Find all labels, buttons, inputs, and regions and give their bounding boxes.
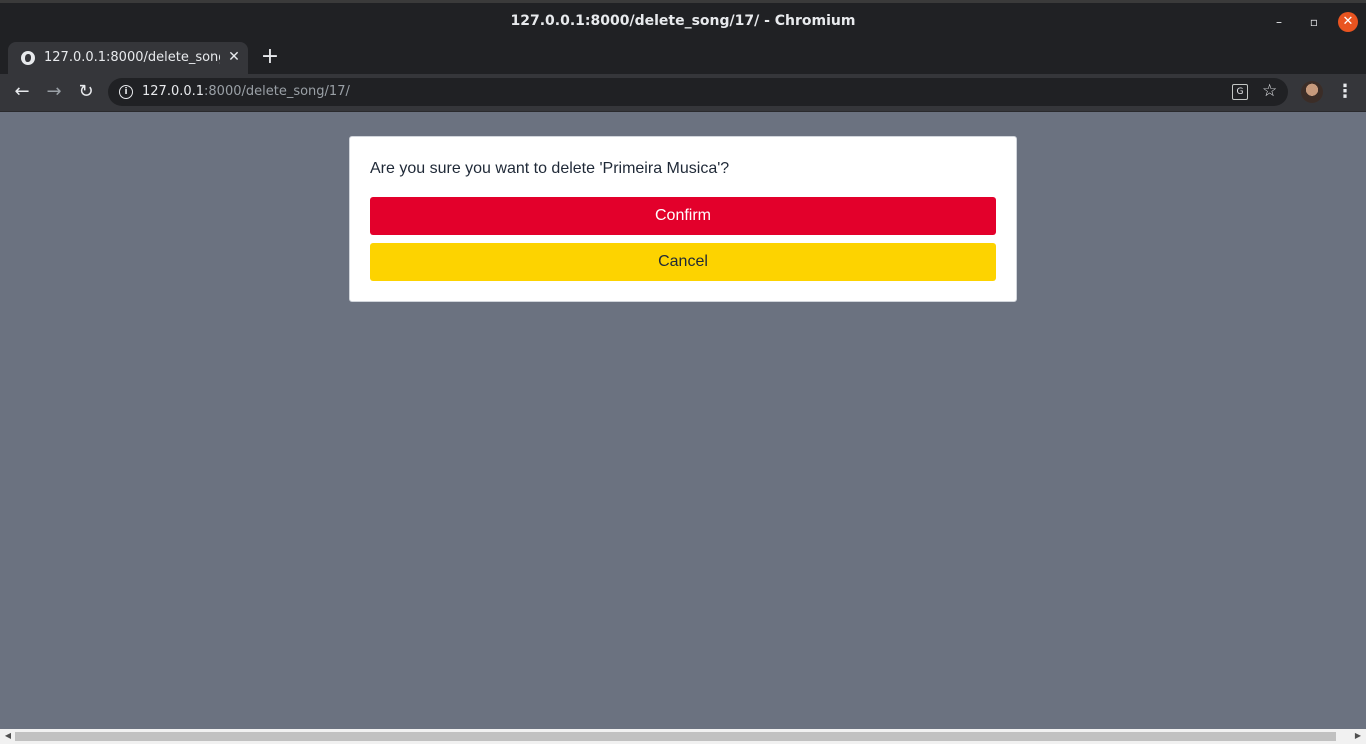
confirmation-message: Are you sure you want to delete 'Primeir…: [370, 160, 730, 177]
profile-avatar[interactable]: [1301, 81, 1323, 103]
url-text[interactable]: 127.0.0.1:8000/delete_song/17/: [142, 84, 350, 99]
page-content: Are you sure you want to delete 'Primeir…: [0, 112, 1366, 729]
translate-icon[interactable]: G: [1232, 84, 1248, 100]
url-host: 127.0.0.1: [142, 84, 205, 99]
bookmark-star-icon[interactable]: ☆: [1262, 81, 1277, 101]
delete-confirmation-dialog: Are you sure you want to delete 'Primeir…: [349, 136, 1017, 302]
browser-menu-icon[interactable]: ⋮: [1336, 81, 1354, 103]
window-title: 127.0.0.1:8000/delete_song/17/ - Chromiu…: [510, 13, 856, 29]
maximize-icon[interactable]: ▫: [1305, 13, 1323, 31]
minimize-icon[interactable]: –: [1270, 13, 1288, 31]
scrollbar-thumb[interactable]: [15, 732, 1336, 741]
browser-tab[interactable]: 127.0.0.1:8000/delete_song/17/ ✕: [8, 42, 248, 74]
scroll-left-icon[interactable]: ◀: [3, 731, 13, 741]
window-close-icon[interactable]: ✕: [1338, 12, 1358, 32]
tab-strip: 127.0.0.1:8000/delete_song/17/ ✕ +: [0, 40, 1366, 74]
forward-icon[interactable]: →: [42, 80, 66, 104]
browser-toolbar: ← → ↻ i 127.0.0.1:8000/delete_song/17/ G…: [0, 74, 1366, 112]
site-info-icon[interactable]: i: [119, 85, 133, 99]
back-icon[interactable]: ←: [10, 80, 34, 104]
reload-icon[interactable]: ↻: [74, 80, 98, 104]
new-tab-icon[interactable]: +: [258, 45, 282, 69]
globe-icon: [21, 51, 35, 65]
cancel-button[interactable]: Cancel: [370, 243, 996, 281]
tab-close-icon[interactable]: ✕: [226, 49, 242, 65]
scroll-right-icon[interactable]: ▶: [1353, 731, 1363, 741]
confirm-button[interactable]: Confirm: [370, 197, 996, 235]
url-path: :8000/delete_song/17/: [204, 84, 350, 99]
tab-title: 127.0.0.1:8000/delete_song/17/: [44, 50, 220, 65]
address-bar[interactable]: i 127.0.0.1:8000/delete_song/17/ G ☆: [108, 78, 1288, 106]
window-titlebar: 127.0.0.1:8000/delete_song/17/ - Chromiu…: [0, 0, 1366, 40]
horizontal-scrollbar[interactable]: ◀ ▶: [0, 729, 1366, 744]
